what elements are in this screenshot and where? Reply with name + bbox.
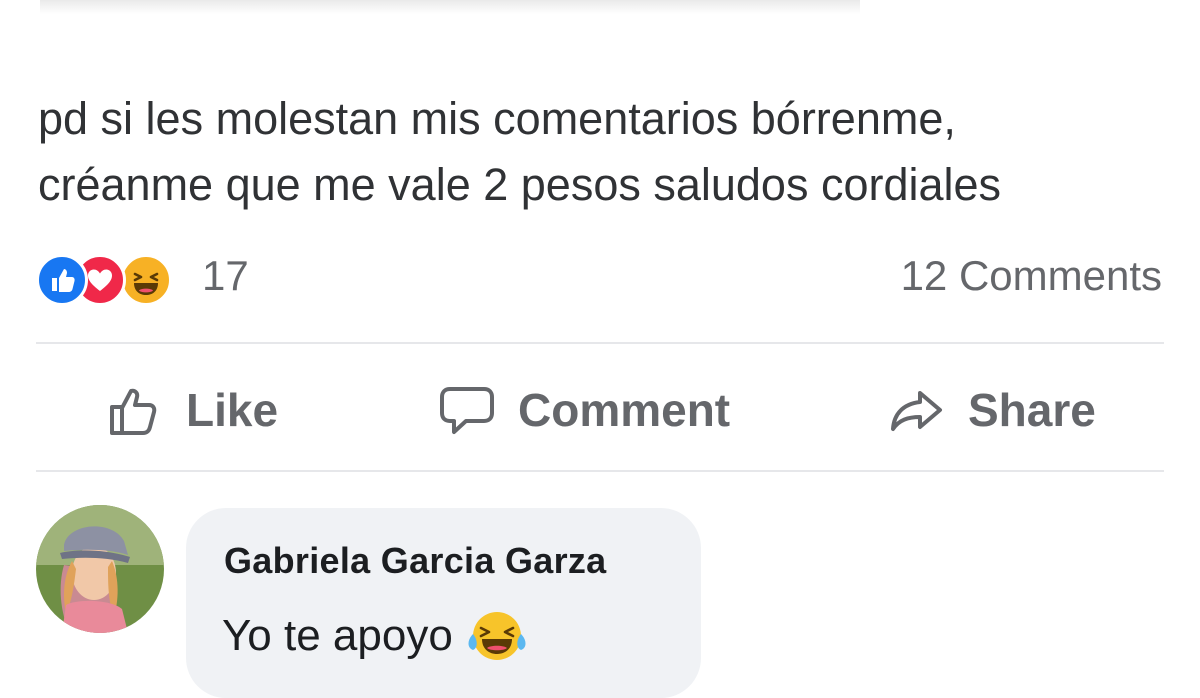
reaction-icons[interactable] — [36, 252, 206, 306]
share-arrow-icon — [891, 391, 942, 431]
cropped-previous-line — [40, 0, 860, 14]
reaction-count[interactable]: 17 — [202, 250, 249, 302]
like-reaction-icon — [36, 254, 88, 306]
divider — [36, 342, 1164, 344]
comment-bubble: Gabriela Garcia Garza Yo te apoyo — [186, 508, 701, 698]
comment-label: Comment — [518, 384, 731, 436]
thumbs-up-icon — [110, 388, 157, 435]
post-text-line: créanme que me vale 2 pesos saludos cord… — [38, 159, 1002, 210]
comment-author-link[interactable]: Gabriela Garcia Garza — [224, 540, 607, 582]
comment-button[interactable]: Comment — [438, 374, 730, 446]
comment-text: Yo te apoyo — [222, 608, 527, 664]
post-text-line: pd si les molestan mis comentarios bórre… — [38, 93, 956, 144]
post-actions: Like Comment Share — [36, 360, 1164, 460]
share-label: Share — [968, 384, 1096, 436]
comments-count-link[interactable]: 12 Comments — [901, 250, 1162, 302]
reactions-summary: 17 12 Comments — [36, 250, 1162, 306]
comment-text-content: Yo te apoyo — [222, 611, 453, 660]
like-button[interactable]: Like — [106, 374, 278, 446]
avatar[interactable] — [36, 505, 164, 633]
post-text: pd si les molestan mis comentarios bórre… — [38, 86, 1178, 218]
haha-reaction-icon — [120, 254, 172, 306]
speech-bubble-icon — [440, 387, 494, 434]
share-button[interactable]: Share — [888, 374, 1096, 446]
laughing-tears-emoji-icon — [468, 612, 526, 660]
like-label: Like — [186, 384, 279, 436]
divider — [36, 470, 1164, 472]
comment: Gabriela Garcia Garza Yo te apoyo — [36, 505, 1164, 698]
